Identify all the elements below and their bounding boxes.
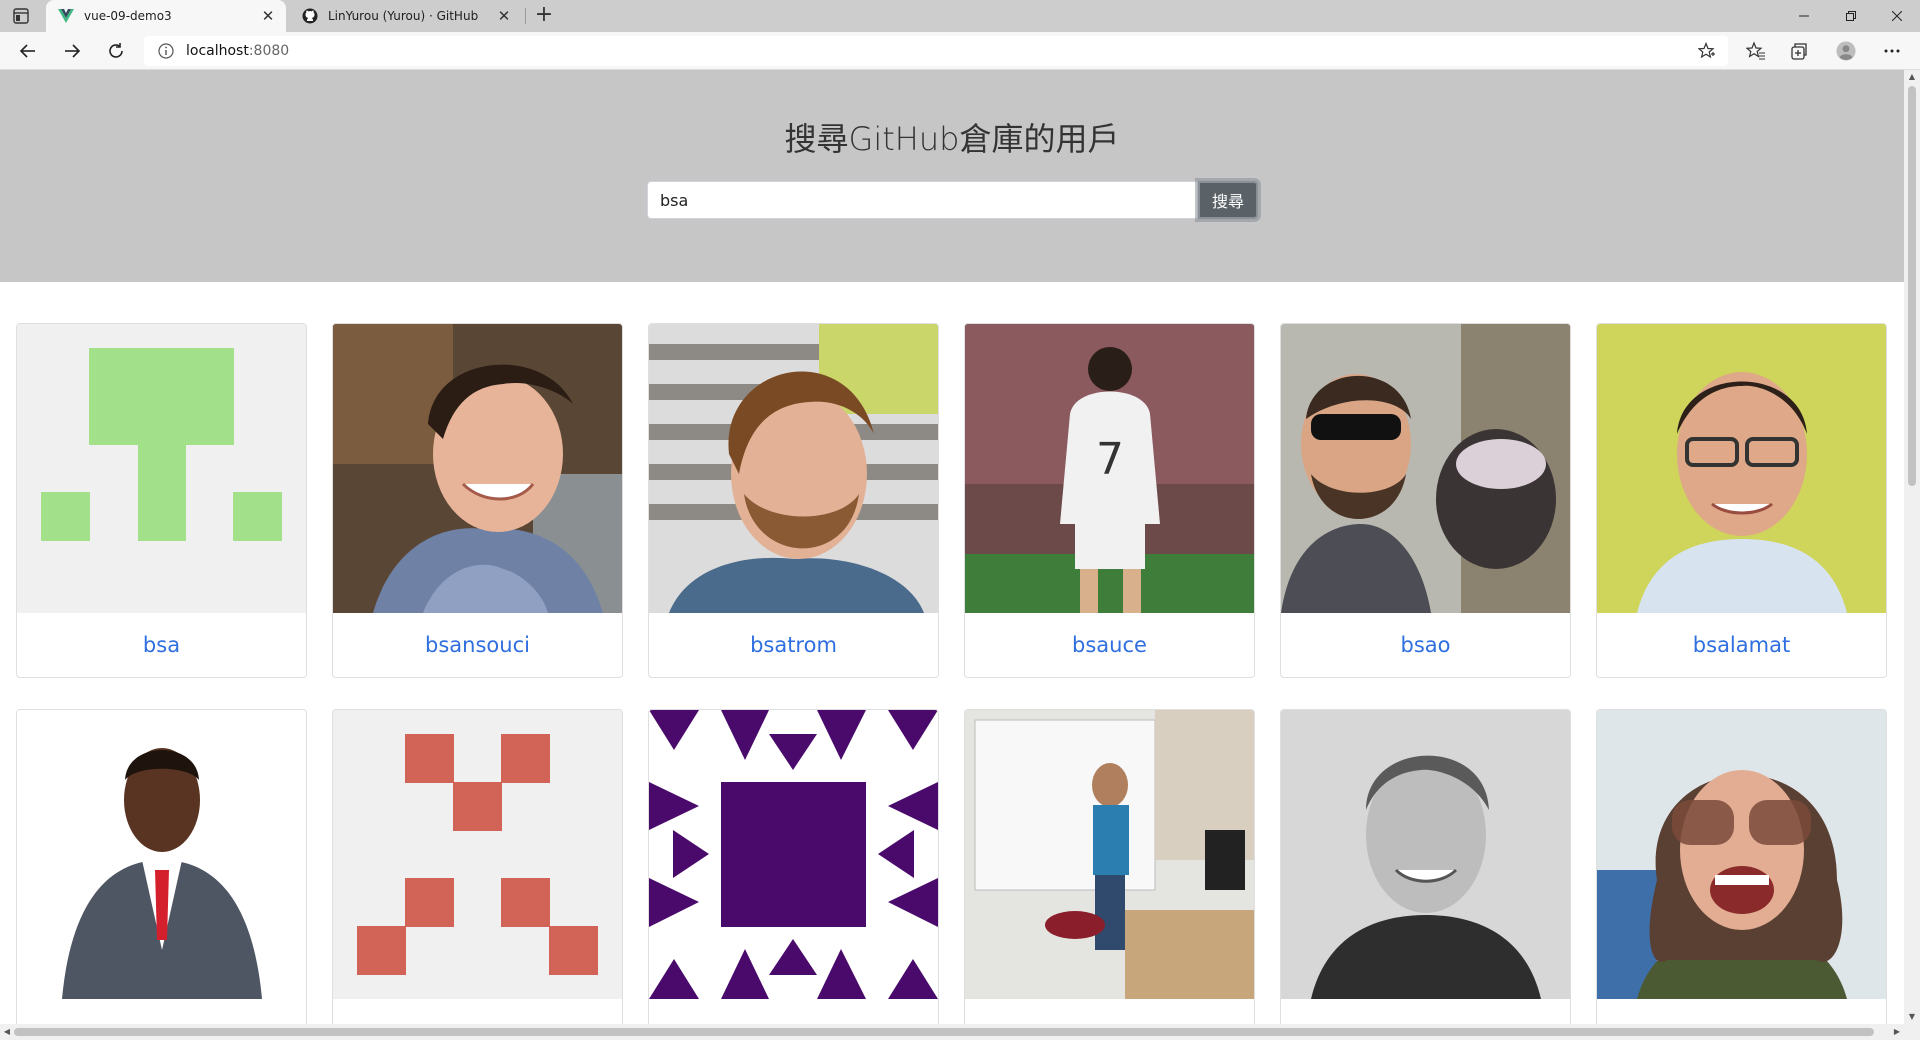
github-icon — [302, 8, 318, 24]
user-card[interactable] — [332, 709, 623, 1024]
search-input[interactable] — [647, 181, 1198, 219]
add-favorite-icon[interactable] — [1697, 41, 1716, 60]
back-icon[interactable] — [14, 37, 42, 65]
scrollbar-corner — [1904, 1024, 1920, 1040]
user-avatar[interactable] — [17, 710, 306, 999]
profile-avatar-icon[interactable] — [1836, 41, 1856, 61]
tab-title: LinYurou (Yurou) · GitHub — [328, 9, 479, 23]
user-login-link[interactable]: bsatrom — [649, 613, 938, 677]
tab-vue-demo[interactable]: vue-09-demo3 ✕ — [46, 0, 286, 32]
user-login-link[interactable]: bsauce — [965, 613, 1254, 677]
user-avatar[interactable] — [649, 324, 938, 613]
search-button[interactable]: 搜尋 — [1198, 181, 1258, 219]
user-login-link[interactable] — [333, 999, 622, 1024]
scrollbar-thumb[interactable] — [14, 1028, 1874, 1036]
user-avatar[interactable] — [333, 324, 622, 613]
page-title: 搜尋GitHub倉庫的用戶 — [784, 120, 1120, 158]
user-card[interactable]: 7 bsauce — [964, 323, 1255, 678]
user-card[interactable]: bsatrom — [648, 323, 939, 678]
user-login-link[interactable]: bsao — [1281, 613, 1570, 677]
site-info-icon[interactable] — [158, 43, 174, 59]
user-card[interactable]: bsansouci — [332, 323, 623, 678]
scroll-left-icon[interactable]: ◀ — [0, 1024, 14, 1040]
restore-icon[interactable] — [1828, 0, 1874, 32]
user-avatar[interactable] — [1597, 710, 1886, 999]
scroll-right-icon[interactable]: ▶ — [1890, 1024, 1904, 1040]
forward-icon[interactable] — [58, 37, 86, 65]
user-login-link[interactable]: bsa — [17, 613, 306, 677]
tab-github[interactable]: LinYurou (Yurou) · GitHub ✕ — [290, 0, 522, 32]
user-avatar[interactable] — [333, 710, 622, 999]
close-window-icon[interactable] — [1874, 0, 1920, 32]
close-tab-icon[interactable]: ✕ — [494, 6, 514, 26]
user-avatar[interactable] — [1281, 710, 1570, 999]
horizontal-scrollbar[interactable]: ◀ ▶ — [0, 1024, 1904, 1040]
address-bar[interactable]: localhost:8080 — [144, 36, 1728, 66]
browser-toolbar: localhost:8080 — [0, 32, 1920, 70]
url-port: :8080 — [248, 43, 290, 59]
vertical-scrollbar[interactable]: ▲ ▼ — [1904, 70, 1920, 1024]
user-card[interactable]: bsa — [16, 323, 307, 678]
user-card[interactable] — [16, 709, 307, 1024]
user-card[interactable]: bsalamat — [1596, 323, 1887, 678]
user-avatar[interactable] — [649, 710, 938, 999]
user-card[interactable] — [1280, 709, 1571, 1024]
user-avatar[interactable] — [1281, 324, 1570, 613]
scrollbar-thumb[interactable] — [1908, 86, 1916, 486]
user-login-link[interactable] — [965, 999, 1254, 1024]
scroll-up-icon[interactable]: ▲ — [1904, 70, 1920, 84]
collections-icon[interactable] — [1789, 41, 1809, 61]
refresh-icon[interactable] — [102, 37, 130, 65]
user-avatar[interactable] — [17, 324, 306, 613]
close-tab-icon[interactable]: ✕ — [258, 6, 278, 26]
user-login-link[interactable] — [1281, 999, 1570, 1024]
tab-divider — [525, 8, 526, 24]
url-host: localhost — [186, 43, 249, 59]
tab-title: vue-09-demo3 — [84, 9, 172, 23]
user-avatar[interactable] — [965, 710, 1254, 999]
search-header: 搜尋GitHub倉庫的用戶 搜尋 — [0, 70, 1904, 282]
user-avatar[interactable] — [1597, 324, 1886, 613]
user-card[interactable] — [1596, 709, 1887, 1024]
svg-text:7: 7 — [1096, 434, 1124, 485]
user-avatar[interactable]: 7 — [965, 324, 1254, 613]
more-menu-icon[interactable] — [1882, 41, 1902, 61]
scroll-down-icon[interactable]: ▼ — [1904, 1010, 1920, 1024]
user-login-link[interactable] — [649, 999, 938, 1024]
user-card[interactable]: bsao — [1280, 323, 1571, 678]
vue-logo-icon — [58, 8, 74, 24]
user-login-link[interactable] — [17, 999, 306, 1024]
minimize-icon[interactable] — [1781, 0, 1827, 32]
favorites-icon[interactable] — [1746, 41, 1766, 61]
user-login-link[interactable] — [1597, 999, 1886, 1024]
new-tab-button[interactable]: + — [532, 4, 556, 28]
user-card[interactable] — [964, 709, 1255, 1024]
user-card[interactable] — [648, 709, 939, 1024]
page-viewport: 搜尋GitHub倉庫的用戶 搜尋 bsa — [0, 70, 1904, 1024]
user-login-link[interactable]: bsansouci — [333, 613, 622, 677]
user-login-link[interactable]: bsalamat — [1597, 613, 1886, 677]
tab-strip: vue-09-demo3 ✕ LinYurou (Yurou) · GitHub… — [0, 0, 1920, 32]
tab-actions-icon[interactable] — [12, 7, 30, 25]
